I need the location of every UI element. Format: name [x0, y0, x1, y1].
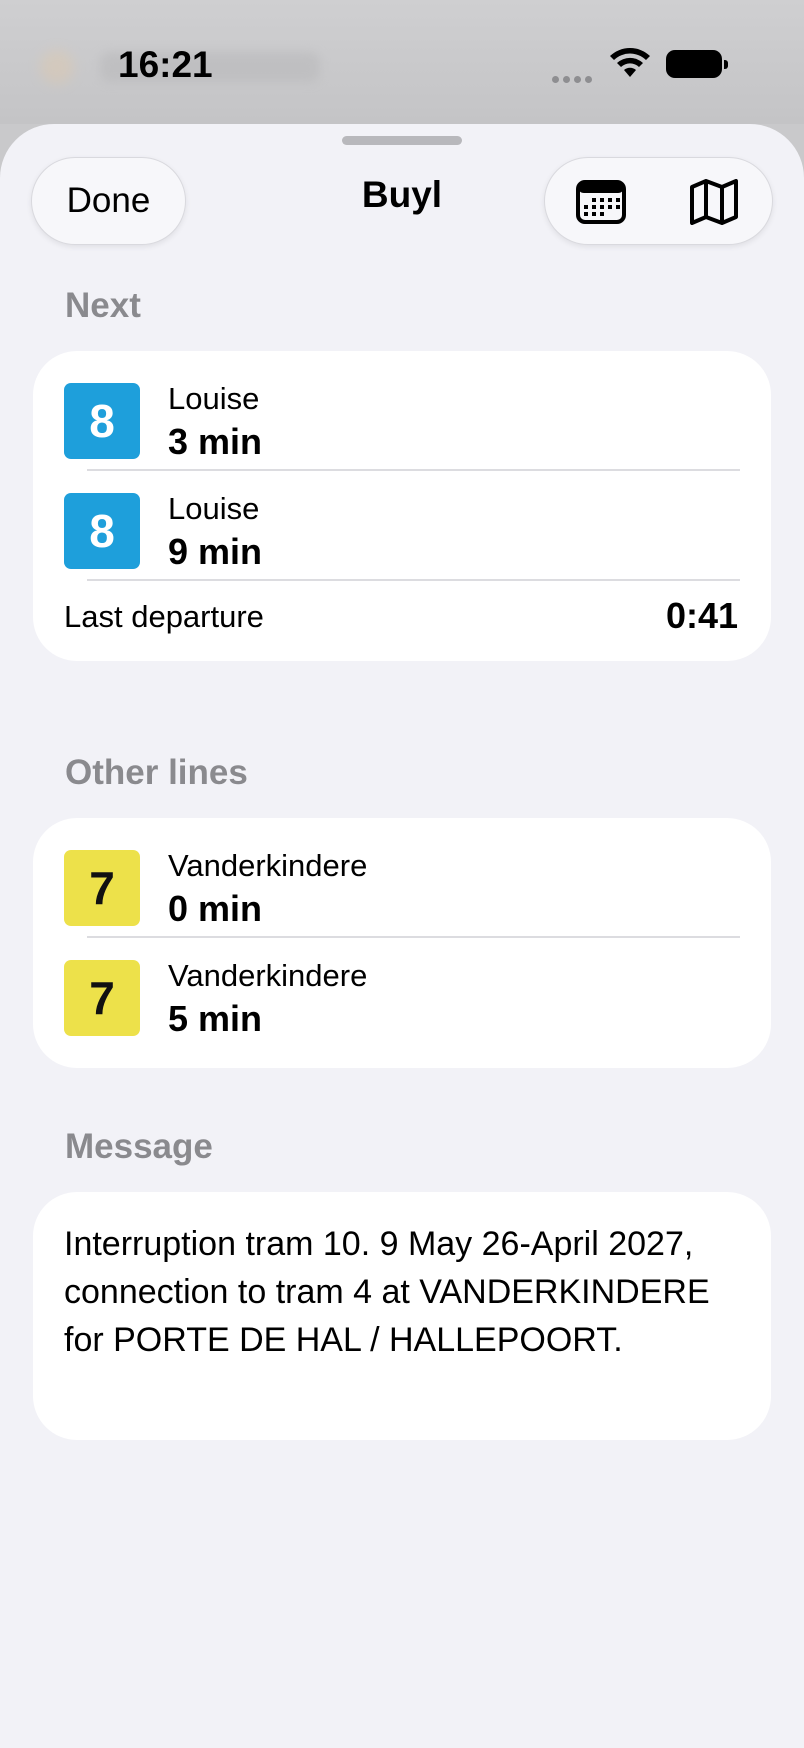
page-title: Buyl	[361, 174, 443, 215]
line-badge: 7	[64, 850, 140, 926]
status-bar: 16:21	[0, 0, 804, 124]
sheet-grabber[interactable]	[342, 136, 462, 145]
line-badge: 8	[64, 493, 140, 569]
departure-row[interactable]: 7 Vanderkindere 0 min	[33, 818, 771, 929]
other-lines-card: 7 Vanderkindere 0 min 7 Vanderkindere 5 …	[33, 818, 771, 1068]
section-label-message: Message	[65, 1127, 213, 1166]
cellular-signal-icon	[552, 70, 596, 88]
departure-time: 5 min	[168, 998, 263, 1039]
last-departure-value: 0:41	[665, 595, 738, 636]
calendar-icon	[576, 180, 626, 224]
next-departures-card: 8 Louise 3 min 8 Louise 9 min Last depar…	[33, 351, 771, 661]
departure-time: 9 min	[168, 531, 263, 572]
departure-row[interactable]: 8 Louise 9 min	[33, 461, 771, 572]
departure-row[interactable]: 7 Vanderkindere 5 min	[33, 928, 771, 1039]
stop-detail-sheet: Done Buyl Next 8 Louise 3 min 8 Louise 9…	[0, 124, 804, 1748]
blurred-app-icon	[40, 50, 74, 84]
calendar-button[interactable]	[551, 158, 651, 246]
service-message: Interruption tram 10. 9 May 26-April 202…	[64, 1225, 710, 1359]
destination: Louise	[168, 491, 260, 526]
departure-row[interactable]: 8 Louise 3 min	[33, 351, 771, 462]
departure-time: 3 min	[168, 421, 263, 462]
line-badge: 7	[64, 960, 140, 1036]
battery-icon	[666, 50, 728, 78]
line-badge: 8	[64, 383, 140, 459]
destination: Vanderkindere	[168, 958, 368, 993]
section-label-other-lines: Other lines	[65, 753, 248, 792]
departure-time: 0 min	[168, 888, 263, 929]
map-button[interactable]	[664, 158, 764, 246]
last-departure-label: Last departure	[64, 599, 264, 634]
wifi-icon	[609, 46, 651, 83]
section-label-next: Next	[65, 286, 141, 325]
done-button[interactable]: Done	[31, 157, 186, 245]
header-actions	[544, 157, 773, 245]
map-icon	[690, 179, 738, 225]
status-time: 16:21	[118, 44, 213, 85]
destination: Vanderkindere	[168, 848, 368, 883]
message-card: Interruption tram 10. 9 May 26-April 202…	[33, 1192, 771, 1440]
divider	[87, 579, 740, 581]
destination: Louise	[168, 381, 260, 416]
